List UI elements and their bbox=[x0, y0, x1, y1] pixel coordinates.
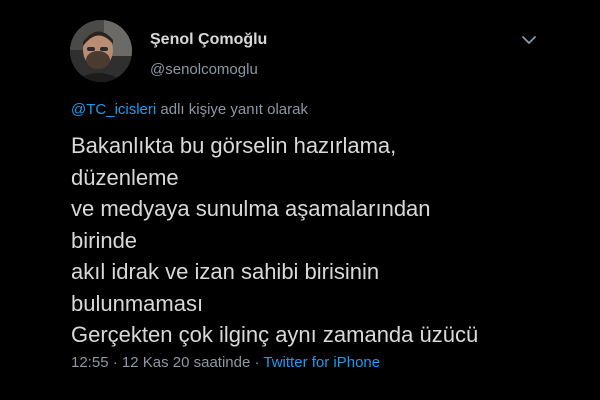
avatar-photo bbox=[70, 20, 132, 82]
tweet-text: Bakanlıkta bu görselin hazırlama, düzenl… bbox=[71, 130, 551, 351]
tweet-text-line: düzenleme bbox=[71, 164, 179, 190]
reply-context: @TC_icisleri adlı kişiye yanıt olarak bbox=[71, 101, 308, 118]
tweet: Şenol Çomoğlu @senolcomoglu @TC_icisleri… bbox=[0, 0, 600, 400]
tweet-time[interactable]: 12:55 bbox=[71, 354, 109, 371]
tweet-text-line: Gerçekten çok ilginç aynı zamanda üzücü bbox=[71, 322, 479, 347]
reply-mention-link[interactable]: @TC_icisleri bbox=[71, 101, 156, 118]
tweet-date[interactable]: 12 Kas 20 saatinde bbox=[122, 354, 250, 371]
tweet-text-line: Bakanlıkta bu görselin hazırlama, bbox=[71, 133, 397, 158]
tweet-text-line: birinde bbox=[71, 227, 138, 253]
tweet-source-link[interactable]: Twitter for iPhone bbox=[263, 354, 380, 371]
tweet-text-line: bulunmaması bbox=[71, 290, 204, 316]
chevron-down-icon[interactable] bbox=[519, 30, 539, 50]
meta-separator: · bbox=[108, 354, 122, 371]
author-handle[interactable]: @senolcomoglu bbox=[150, 61, 258, 78]
author-name[interactable]: Şenol Çomoğlu bbox=[150, 31, 267, 49]
reply-suffix: adlı kişiye yanıt olarak bbox=[156, 101, 308, 118]
tweet-meta: 12:55 · 12 Kas 20 saatinde · Twitter for… bbox=[71, 354, 380, 371]
tweet-text-line: akıl idrak ve izan sahibi birisinin bbox=[71, 259, 380, 284]
avatar[interactable] bbox=[70, 20, 132, 82]
tweet-text-line: ve medyaya sunulma aşamalarından bbox=[71, 196, 431, 221]
meta-separator: · bbox=[250, 354, 264, 371]
